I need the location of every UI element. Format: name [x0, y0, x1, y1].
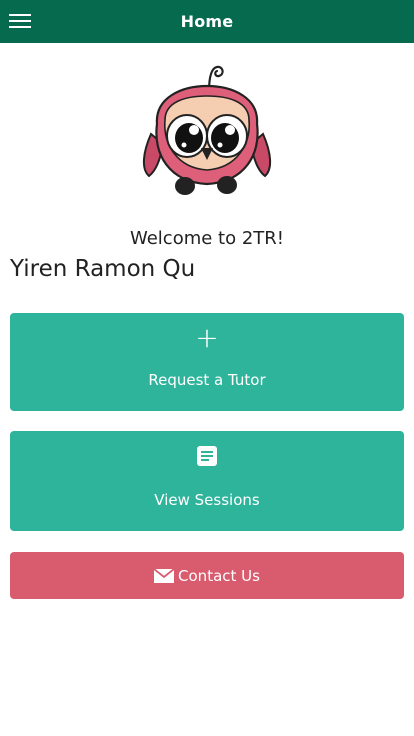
user-name: Yiren Ramon Qu [10, 256, 196, 282]
mail-icon [154, 568, 175, 583]
contact-us-button[interactable]: Contact Us [10, 552, 404, 599]
top-bar: Home [0, 0, 414, 43]
welcome-text: Welcome to 2TR! [129, 228, 285, 249]
app-screen: Home Welcome to 2TR! Yiren Ramon Qu + Re… [0, 0, 414, 736]
request-tutor-label: Request a Tutor [148, 371, 266, 389]
request-tutor-button[interactable]: + Request a Tutor [10, 313, 404, 411]
plus-icon: + [195, 321, 219, 354]
document-icon [197, 446, 217, 466]
page-title: Home [180, 12, 234, 31]
owl-mascot-icon [139, 64, 275, 198]
contact-us-label: Contact Us [178, 566, 260, 585]
view-sessions-button[interactable]: View Sessions [10, 431, 404, 531]
view-sessions-label: View Sessions [154, 491, 260, 509]
